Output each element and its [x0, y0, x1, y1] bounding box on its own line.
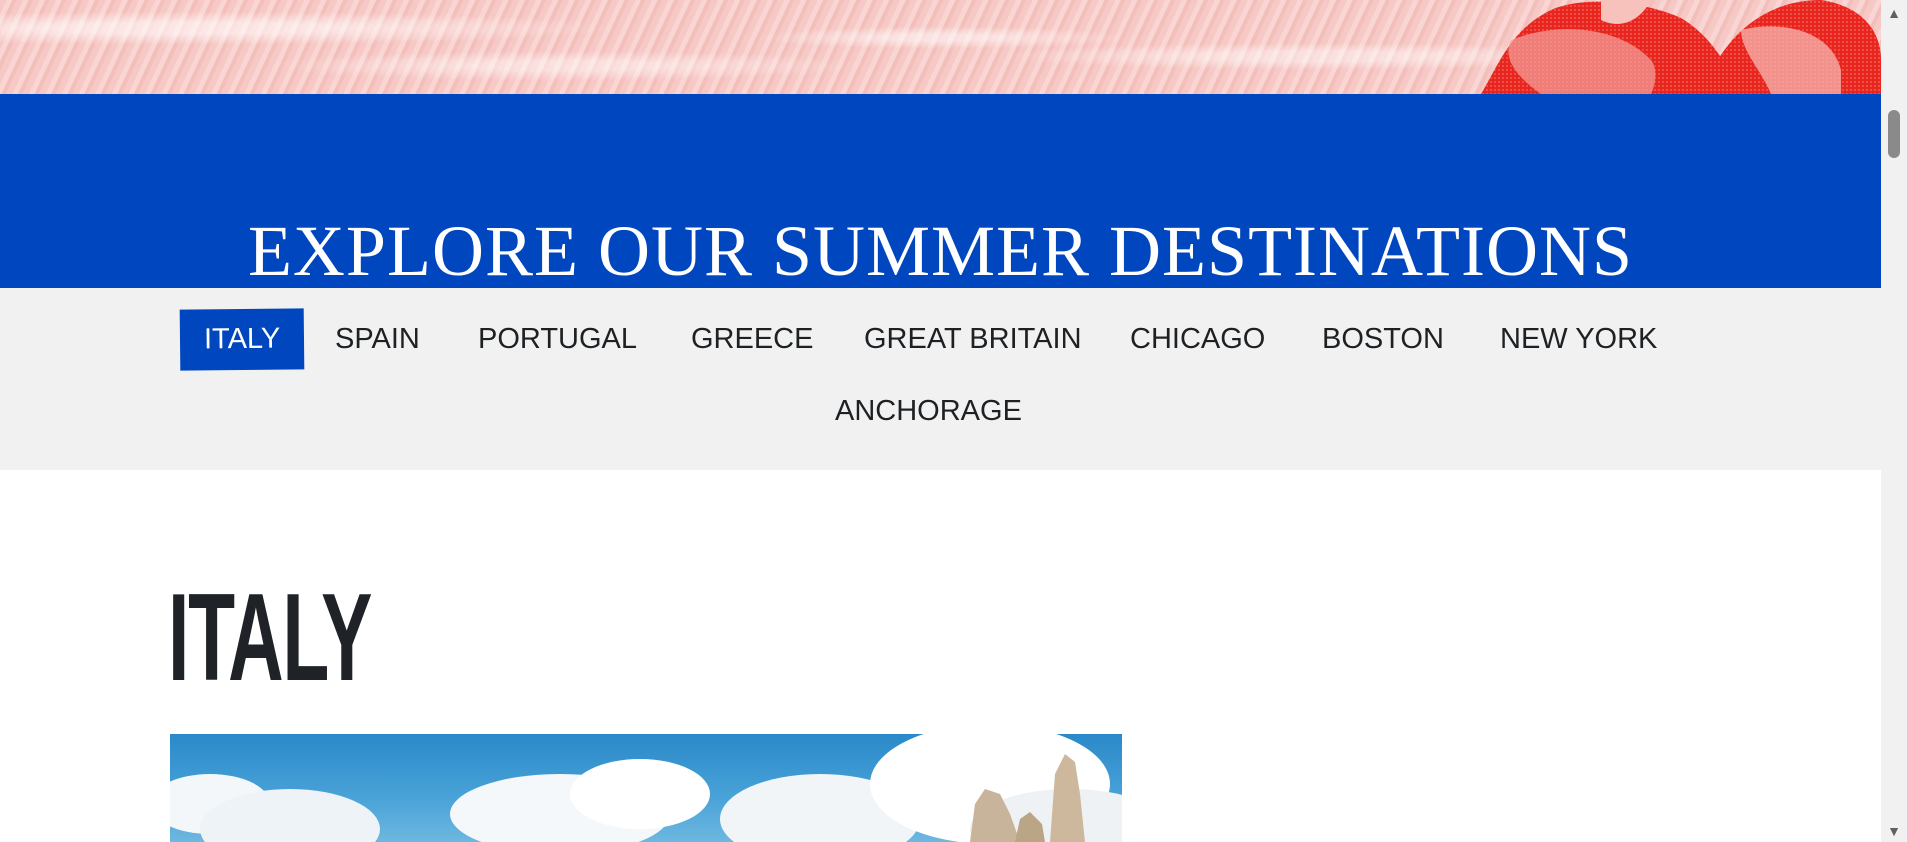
destination-tabs: ITALY SPAIN PORTUGAL GREECE GREAT BRITAI… [0, 288, 1881, 470]
tab-portugal[interactable]: PORTUGAL [478, 325, 637, 354]
section-title: ITALY [168, 569, 372, 707]
chevron-down-icon[interactable]: ▼ [1881, 820, 1907, 842]
banner-title: EXPLORE OUR SUMMER DESTINATIONS [247, 211, 1634, 292]
photo-clouds-statues [170, 734, 1122, 842]
tab-boston[interactable]: BOSTON [1322, 325, 1444, 354]
hero-figure-illustration [1481, 0, 1881, 94]
tab-anchorage[interactable]: ANCHORAGE [835, 397, 1022, 426]
chevron-up-icon[interactable]: ▲ [1881, 2, 1907, 24]
scrollbar-thumb[interactable] [1888, 110, 1900, 158]
vertical-scrollbar[interactable]: ▲ ▼ [1881, 0, 1907, 842]
tab-spain[interactable]: SPAIN [335, 325, 420, 354]
tab-chicago[interactable]: CHICAGO [1130, 325, 1265, 354]
page-viewport: EXPLORE OUR SUMMER DESTINATIONS ITALY SP… [0, 0, 1881, 842]
tab-italy[interactable]: ITALY [179, 308, 305, 371]
destination-photo [170, 734, 1122, 842]
tab-great-britain[interactable]: GREAT BRITAIN [864, 325, 1082, 354]
banner-wrapper: EXPLORE OUR SUMMER DESTINATIONS [0, 115, 1881, 309]
tab-new-york[interactable]: NEW YORK [1500, 325, 1657, 354]
tab-greece[interactable]: GREECE [691, 325, 813, 354]
hero-decorative-image [0, 0, 1881, 94]
